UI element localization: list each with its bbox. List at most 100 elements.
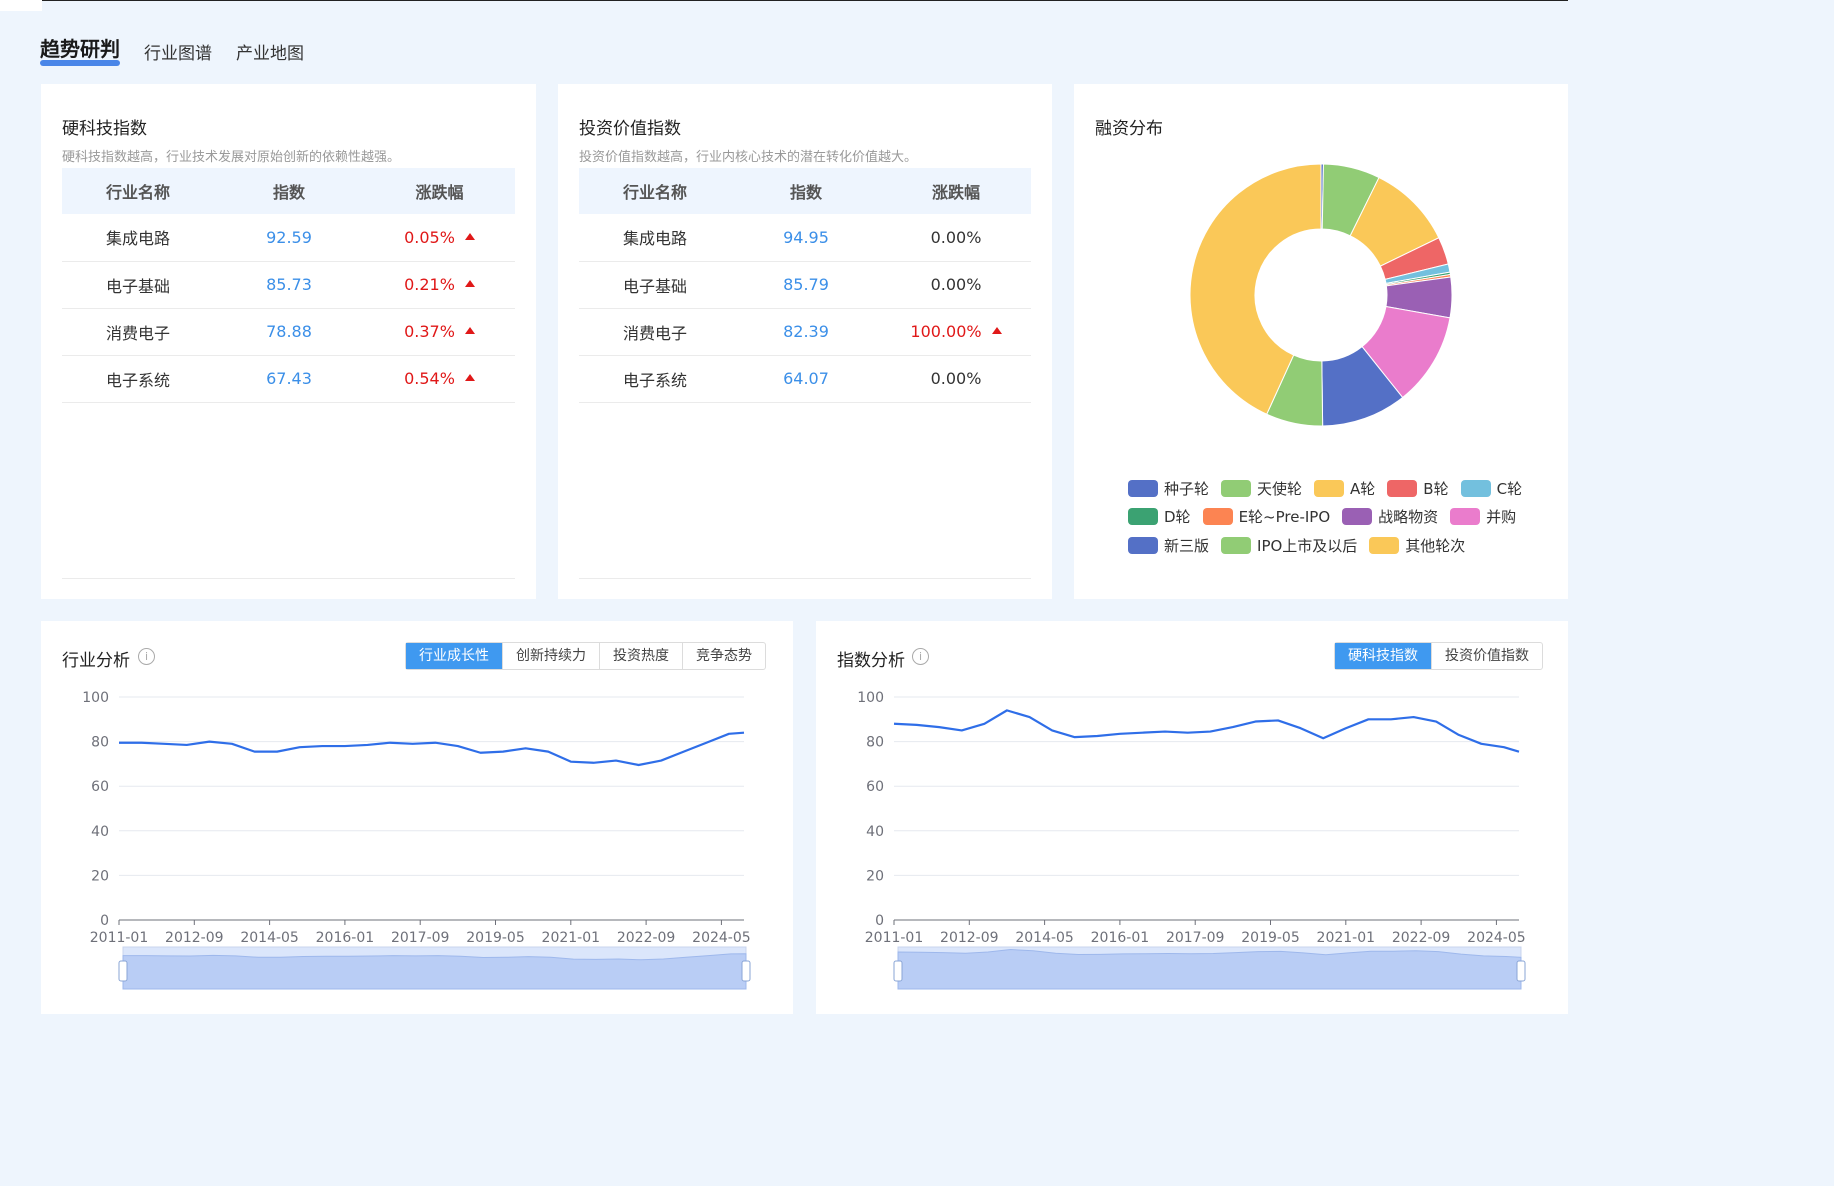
legend-swatch [1221,536,1252,554]
up-arrow-icon [991,327,1002,334]
legend-item[interactable]: 新三版 [1128,535,1209,556]
change-value: 0.21% [404,275,455,294]
legend-swatch [1450,508,1481,526]
industry-analysis-line-chart: 0 20 40 60 80 100 2011-01 2012-09 2014-05 2016-01… [82,690,751,990]
legend-label: IPO上市及以后 [1257,536,1358,555]
change-value: 0.00% [881,214,1031,262]
table-row[interactable]: 集成电路 92.59 0.05% [62,214,515,262]
industry-name: 电子系统 [579,355,731,403]
x-tick-label: 2016-01 [316,930,375,946]
legend-swatch [1460,479,1491,497]
x-tick-label: 2014-05 [240,930,299,946]
legend-label: D轮 [1164,508,1191,527]
x-tick-label: 2011-01 [865,930,924,946]
y-tick-label: 80 [866,735,884,751]
legend-label: A轮 [1350,479,1376,498]
legend-label: 种子轮 [1164,479,1210,498]
x-tick-label: 2022-09 [1392,930,1451,946]
legend-item[interactable]: 种子轮 [1128,478,1209,499]
zoom-handle-right[interactable] [1516,960,1526,982]
industry-name: 集成电路 [62,214,214,262]
table-header-row: 行业名称 指数 涨跌幅 [62,168,515,214]
zoom-handle-right[interactable] [741,960,751,982]
series-line[interactable] [119,731,745,767]
legend-swatch [1369,536,1400,554]
y-tick-label: 0 [100,913,109,929]
legend-swatch [1128,508,1158,526]
col-header-index: 指数 [731,168,881,214]
change-cell: 0.21% [364,261,515,309]
zoom-handle-left[interactable] [893,960,903,982]
hard-tech-panel: 硬科技指数 硬科技指数越高，行业技术发展对原始创新的依赖性越强。 行业名称 指数… [41,84,536,599]
industry-name: 消费电子 [579,308,731,356]
legend-item[interactable]: E轮~Pre-IPO [1202,506,1331,527]
change-value: 100.00% [910,322,982,341]
x-tick-label: 2021-01 [542,930,601,946]
legend-swatch [1128,536,1158,554]
table-row[interactable]: 消费电子 82.39 100.00% [579,308,1031,356]
y-tick-label: 100 [82,690,109,706]
hard-tech-title: 硬科技指数 [62,119,147,139]
financing-legend: 种子轮 天使轮 A轮 B轮 C轮 D轮 E轮~Pre-IPO 战略物资 并购新三版 IPO上市及以… [1128,474,1548,560]
legend-item[interactable]: 其他轮次 [1369,535,1465,556]
tab-industry-map[interactable]: 行业图谱 [144,39,212,64]
table-row[interactable]: 电子系统 67.43 0.54% [62,355,515,403]
legend-item[interactable]: C轮 [1460,478,1522,499]
change-value: 0.54% [404,369,455,388]
index-value: 67.43 [214,355,364,403]
table-row[interactable]: 电子系统 64.07 0.00% [579,355,1031,403]
legend-label: 新三版 [1164,536,1210,555]
table-row[interactable]: 电子基础 85.79 0.00% [579,261,1031,309]
legend-swatch [1342,508,1373,526]
legend-item[interactable]: 战略物资 [1342,506,1438,527]
window-top-border [0,0,1568,1]
up-arrow-icon [464,280,475,287]
x-tick-label: 2022-09 [617,930,676,946]
invest-value-title: 投资价值指数 [579,119,681,139]
x-tick-label: 2021-01 [1317,930,1376,946]
legend-item[interactable]: B轮 [1387,478,1449,499]
legend-item[interactable]: 并购 [1450,506,1516,527]
index-analysis-line-chart: 0 20 40 60 80 100 2011-01 2012-09 2014-05 2016-01… [857,690,1526,990]
divider [579,578,1031,579]
x-tick-label: 2019-05 [1241,930,1300,946]
zoom-slider-preview [122,953,747,990]
col-header-index: 指数 [214,168,364,214]
y-tick-label: 60 [91,779,109,795]
zoom-handle-left[interactable] [118,960,128,982]
legend-swatch [1128,479,1158,497]
legend-label: B轮 [1423,479,1449,498]
legend-item[interactable]: A轮 [1314,478,1375,499]
hard-tech-subtitle: 硬科技指数越高，行业技术发展对原始创新的依赖性越强。 [62,150,401,165]
industry-name: 集成电路 [579,214,731,262]
change-value: 0.00% [881,355,1031,403]
industry-name: 电子基础 [62,261,214,309]
up-arrow-icon [464,327,475,334]
industry-name: 电子基础 [579,261,731,309]
table-row[interactable]: 电子基础 85.73 0.21% [62,261,515,309]
series-line[interactable] [893,709,1520,753]
change-value: 0.00% [881,261,1031,309]
table-row[interactable]: 集成电路 94.95 0.00% [579,214,1031,262]
index-value: 64.07 [731,355,881,403]
tab-industry-geo[interactable]: 产业地图 [236,39,304,64]
table-row[interactable]: 消费电子 78.88 0.37% [62,308,515,356]
window-top-corner [0,0,42,11]
index-value: 78.88 [214,308,364,356]
change-cell: 0.05% [364,214,515,262]
legend-label: E轮~Pre-IPO [1238,508,1331,527]
index-value: 82.39 [731,308,881,356]
y-tick-label: 40 [91,824,109,840]
col-header-name: 行业名称 [579,168,731,214]
index-value: 85.73 [214,261,364,309]
legend-item[interactable]: D轮 [1128,506,1191,527]
legend-item[interactable]: IPO上市及以后 [1221,535,1357,556]
legend-label: 并购 [1486,508,1517,527]
x-tick-label: 2012-09 [165,930,224,946]
legend-swatch [1221,479,1252,497]
legend-row: 新三版 IPO上市及以后 其他轮次 [1128,531,1548,560]
col-header-change: 涨跌幅 [881,168,1031,214]
legend-item[interactable]: 天使轮 [1221,478,1302,499]
x-tick-label: 2017-09 [1166,930,1225,946]
tab-trend[interactable]: 趋势研判 [40,33,120,66]
